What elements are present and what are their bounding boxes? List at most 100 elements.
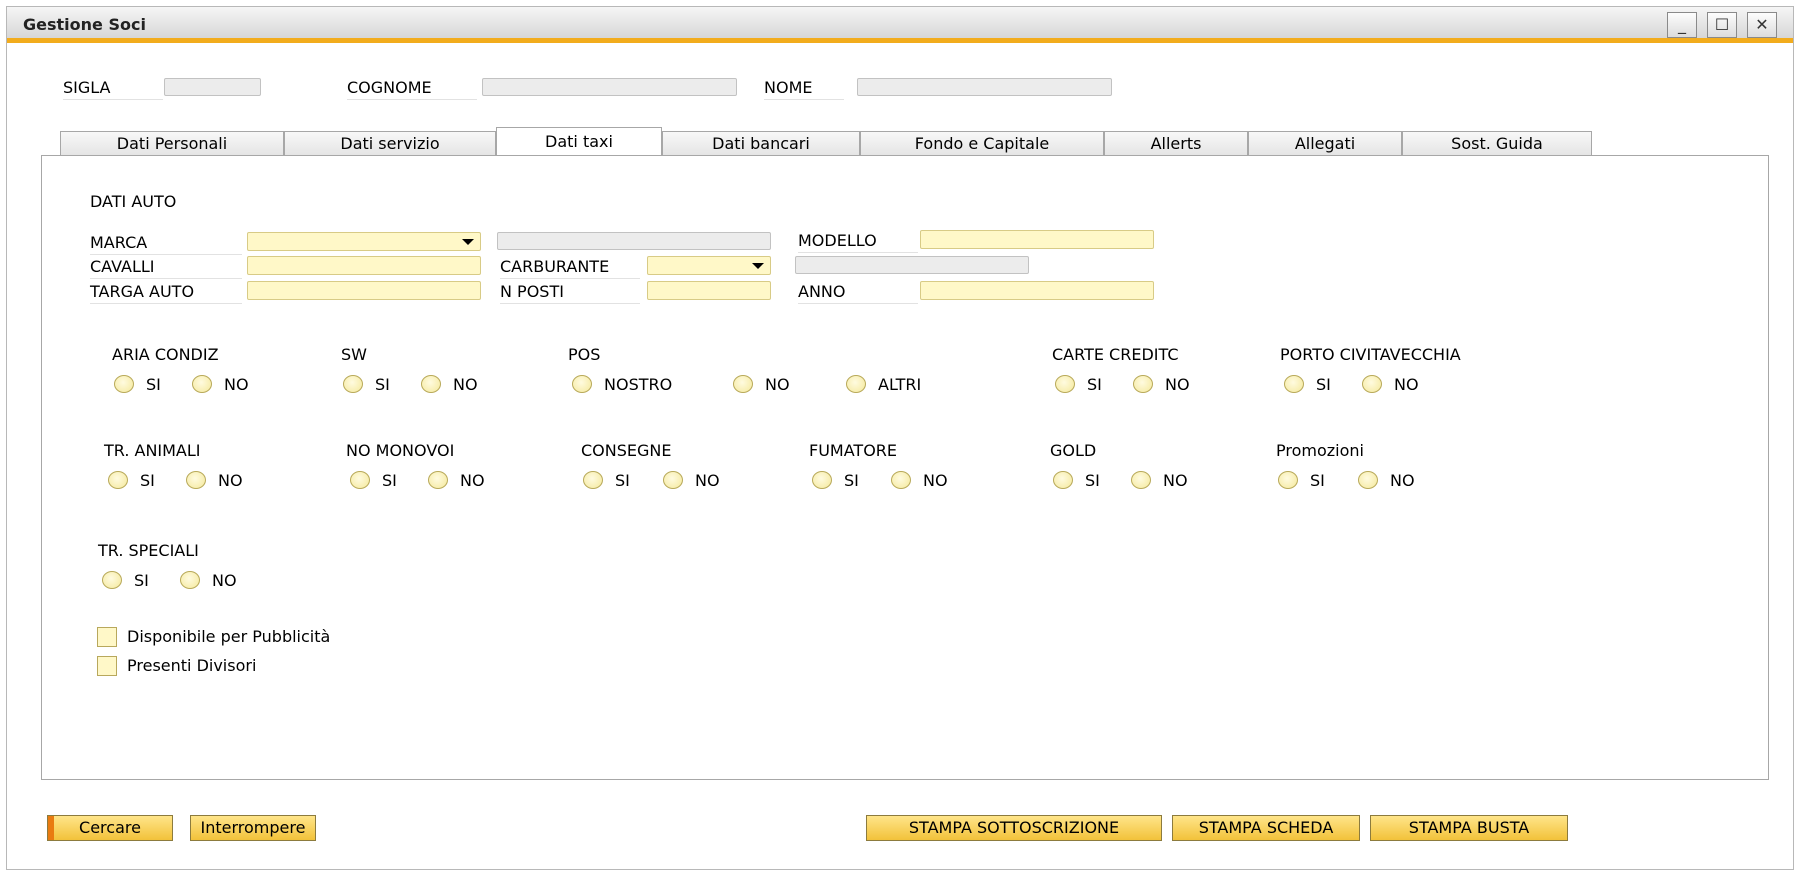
stampa-sottoscrizione-button[interactable]: STAMPA SOTTOSCRIZIONE — [866, 815, 1162, 841]
sw-no-radio[interactable] — [421, 375, 441, 393]
fumatore-no-radio[interactable] — [891, 471, 911, 489]
minimize-button[interactable]: _ — [1667, 12, 1697, 38]
divisori-checkbox[interactable] — [97, 656, 117, 676]
tab-sost-guida[interactable]: Sost. Guida — [1402, 131, 1592, 156]
cercare-button[interactable]: Cercare — [47, 815, 173, 841]
close-button[interactable]: ✕ — [1747, 12, 1777, 38]
modello-label: MODELLO — [798, 231, 918, 253]
sw-si-radio[interactable] — [343, 375, 363, 393]
modello-field[interactable] — [920, 230, 1154, 249]
carburante-description-field — [795, 256, 1029, 274]
consegne-si-radio[interactable] — [583, 471, 603, 489]
gold-si-label: SI — [1085, 471, 1100, 490]
carte-credito-no-radio[interactable] — [1133, 375, 1153, 393]
tab-dati-servizio[interactable]: Dati servizio — [284, 131, 496, 156]
fumatore-si-radio[interactable] — [812, 471, 832, 489]
sw-si-label: SI — [375, 375, 390, 394]
aria-condiz-no-label: NO — [224, 375, 249, 394]
stampa-scheda-button[interactable]: STAMPA SCHEDA — [1172, 815, 1360, 841]
fumatore-no-label: NO — [923, 471, 948, 490]
aria-condiz-no-radio[interactable] — [192, 375, 212, 393]
consegne-si-label: SI — [615, 471, 630, 490]
promozioni-no-label: NO — [1390, 471, 1415, 490]
tr-speciali-no-label: NO — [212, 571, 237, 590]
aria-condiz-si-label: SI — [146, 375, 161, 394]
fumatore-si-label: SI — [844, 471, 859, 490]
aria-condiz-label: ARIA CONDIZ — [112, 345, 219, 364]
tab-fondo-capitale[interactable]: Fondo e Capitale — [860, 131, 1104, 156]
pos-no-label: NO — [765, 375, 790, 394]
tab-dati-personali[interactable]: Dati Personali — [60, 131, 284, 156]
porto-civitavecchia-no-radio[interactable] — [1362, 375, 1382, 393]
sw-no-label: NO — [453, 375, 478, 394]
interrompere-button[interactable]: Interrompere — [190, 815, 316, 841]
pos-altri-radio[interactable] — [846, 375, 866, 393]
tr-speciali-no-radio[interactable] — [180, 571, 200, 589]
window-title: Gestione Soci — [23, 15, 146, 34]
tr-animali-no-radio[interactable] — [186, 471, 206, 489]
pos-altri-label: ALTRI — [878, 375, 922, 394]
carte-credito-no-label: NO — [1165, 375, 1190, 394]
cercare-button-label: Cercare — [79, 818, 141, 837]
sw-label: SW — [341, 345, 367, 364]
tab-allerts[interactable]: Allerts — [1104, 131, 1248, 156]
pubblicita-checkbox[interactable] — [97, 627, 117, 647]
targa-auto-label: TARGA AUTO — [90, 282, 242, 304]
nome-field[interactable] — [857, 78, 1112, 96]
porto-civitavecchia-label: PORTO CIVITAVECCHIA — [1280, 345, 1461, 364]
cognome-label: COGNOME — [347, 78, 477, 100]
sigla-field[interactable] — [164, 78, 261, 96]
pos-label: POS — [568, 345, 601, 364]
tab-dati-bancari[interactable]: Dati bancari — [662, 131, 860, 156]
anno-label: ANNO — [798, 282, 918, 304]
gold-si-radio[interactable] — [1053, 471, 1073, 489]
no-monovoi-label: NO MONOVOI — [346, 441, 455, 460]
pos-no-radio[interactable] — [733, 375, 753, 393]
gold-label: GOLD — [1050, 441, 1097, 460]
tr-animali-label: TR. ANIMALI — [104, 441, 201, 460]
pubblicita-label: Disponibile per Pubblicità — [127, 627, 331, 646]
title-bar: Gestione Soci _ ☐ ✕ — [7, 7, 1793, 43]
pos-nostro-radio[interactable] — [572, 375, 592, 393]
sigla-label: SIGLA — [63, 78, 163, 100]
stampa-busta-button[interactable]: STAMPA BUSTA — [1370, 815, 1568, 841]
tr-speciali-label: TR. SPECIALI — [98, 541, 199, 560]
carte-credito-label: CARTE CREDITC — [1052, 345, 1179, 364]
divisori-label: Presenti Divisori — [127, 656, 257, 675]
tr-speciali-si-radio[interactable] — [102, 571, 122, 589]
consegne-no-radio[interactable] — [663, 471, 683, 489]
no-monovoi-no-radio[interactable] — [428, 471, 448, 489]
consegne-label: CONSEGNE — [581, 441, 672, 460]
tab-allegati[interactable]: Allegati — [1248, 131, 1402, 156]
marca-description-field — [497, 232, 771, 250]
fumatore-label: FUMATORE — [809, 441, 898, 460]
n-posti-field[interactable] — [647, 281, 771, 300]
porto-civitavecchia-si-radio[interactable] — [1284, 375, 1304, 393]
promozioni-no-radio[interactable] — [1358, 471, 1378, 489]
consegne-no-label: NO — [695, 471, 720, 490]
anno-field[interactable] — [920, 281, 1154, 300]
carte-credito-si-label: SI — [1087, 375, 1102, 394]
maximize-button[interactable]: ☐ — [1707, 12, 1737, 38]
promozioni-si-radio[interactable] — [1278, 471, 1298, 489]
dati-auto-title: DATI AUTO — [90, 192, 177, 211]
no-monovoi-si-label: SI — [382, 471, 397, 490]
targa-auto-field[interactable] — [247, 281, 481, 300]
aria-condiz-si-radio[interactable] — [114, 375, 134, 393]
gold-no-radio[interactable] — [1131, 471, 1151, 489]
no-monovoi-si-radio[interactable] — [350, 471, 370, 489]
gold-no-label: NO — [1163, 471, 1188, 490]
chevron-down-icon — [752, 263, 764, 269]
promozioni-label: Promozioni — [1276, 441, 1364, 460]
cavalli-field[interactable] — [247, 256, 481, 275]
cognome-field[interactable] — [482, 78, 737, 96]
marca-dropdown[interactable] — [247, 232, 481, 251]
tab-dati-taxi[interactable]: Dati taxi — [496, 127, 662, 157]
marca-label: MARCA — [90, 233, 242, 255]
nome-label: NOME — [764, 78, 844, 100]
promozioni-si-label: SI — [1310, 471, 1325, 490]
tr-animali-si-radio[interactable] — [108, 471, 128, 489]
carte-credito-si-radio[interactable] — [1055, 375, 1075, 393]
carburante-dropdown[interactable] — [647, 256, 771, 275]
tr-animali-no-label: NO — [218, 471, 243, 490]
